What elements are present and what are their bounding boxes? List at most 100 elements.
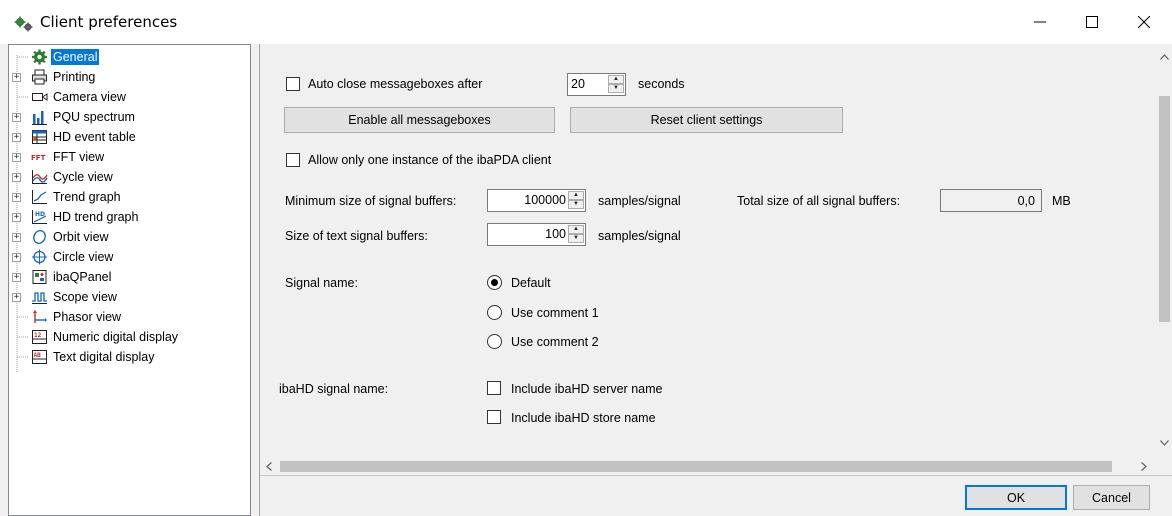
tree-item-label: FFT view xyxy=(53,150,105,164)
tree-item-hd-trend-graph[interactable]: + HD HD trend graph xyxy=(9,207,249,227)
tree-item-printing[interactable]: + Printing xyxy=(9,67,249,87)
title-bar: Client preferences xyxy=(0,0,1172,44)
min-buffer-size-stepper[interactable]: 100000 ▲ ▼ xyxy=(487,189,586,212)
window-title: Client preferences xyxy=(40,13,178,31)
expand-icon[interactable]: + xyxy=(12,73,21,82)
expand-icon[interactable]: + xyxy=(12,273,21,282)
tree-item-trend-graph[interactable]: + Trend graph xyxy=(9,187,249,207)
ok-button[interactable]: OK xyxy=(965,485,1067,510)
scope-icon xyxy=(32,292,47,304)
expand-icon[interactable]: + xyxy=(12,133,21,142)
tree-item-label: Scope view xyxy=(53,290,117,304)
scroll-right-icon[interactable] xyxy=(1141,462,1147,471)
tree-item-camera-view[interactable]: Camera view xyxy=(9,87,249,107)
vertical-scrollbar[interactable] xyxy=(1156,44,1172,458)
horizontal-scrollbar[interactable] xyxy=(260,458,1156,475)
svg-text:AB: AB xyxy=(34,352,42,359)
spin-down-icon[interactable]: ▼ xyxy=(608,84,624,93)
tree-item-hd-event-table[interactable]: + HD event table xyxy=(9,127,249,147)
tree-item-label: PQU spectrum xyxy=(53,110,135,124)
enable-all-messageboxes-button[interactable]: Enable all messageboxes xyxy=(284,107,555,133)
numeric-display-icon: 12 xyxy=(32,330,47,344)
expand-icon[interactable]: + xyxy=(12,173,21,182)
tree-item-orbit-view[interactable]: + Orbit view xyxy=(9,227,249,247)
include-server-name-checkbox[interactable] xyxy=(487,381,501,395)
maximize-icon xyxy=(1086,16,1098,28)
reset-client-settings-button[interactable]: Reset client settings xyxy=(570,107,843,133)
trend-icon xyxy=(32,190,47,204)
close-icon xyxy=(1138,16,1150,28)
text-buffer-size-value: 100 xyxy=(545,227,566,241)
tree-item-text-digital-display[interactable]: AB Text digital display xyxy=(9,347,249,367)
expand-icon[interactable]: + xyxy=(12,113,21,122)
tree-item-circle-view[interactable]: + Circle view xyxy=(9,247,249,267)
signal-name-comment2-radio[interactable] xyxy=(487,334,502,349)
cycle-icon xyxy=(32,170,48,184)
general-settings-panel: Auto close messageboxes after 20 ▲ ▼ sec… xyxy=(259,44,1172,516)
include-server-name-label: Include ibaHD server name xyxy=(511,382,663,396)
total-buffer-size-field: 0,0 xyxy=(940,189,1042,212)
expand-icon[interactable]: + xyxy=(12,153,21,162)
expand-icon[interactable]: + xyxy=(12,253,21,262)
hd-trend-icon: HD xyxy=(32,210,47,224)
min-buffer-size-value: 100000 xyxy=(524,193,566,207)
auto-close-checkbox[interactable] xyxy=(286,77,300,91)
signal-name-default-radio[interactable] xyxy=(487,275,502,290)
tree-item-numeric-digital-display[interactable]: 12 Numeric digital display xyxy=(9,327,249,347)
tree-item-fft-view[interactable]: + FFT FFT view xyxy=(9,147,249,167)
divider xyxy=(260,475,1172,476)
tree-item-general[interactable]: General xyxy=(9,47,249,67)
minimize-icon xyxy=(1034,21,1046,23)
expand-icon[interactable]: + xyxy=(12,233,21,242)
settings-content: Auto close messageboxes after 20 ▲ ▼ sec… xyxy=(260,44,1159,458)
scroll-down-icon[interactable] xyxy=(1160,440,1169,446)
svg-text:12: 12 xyxy=(34,332,42,339)
tree-item-label: Printing xyxy=(53,70,96,84)
spin-up-icon[interactable]: ▲ xyxy=(568,225,584,234)
tree-item-label: Camera view xyxy=(53,90,126,104)
maximize-button[interactable] xyxy=(1069,0,1115,44)
ibahd-signal-name-label: ibaHD signal name: xyxy=(279,382,389,396)
signal-name-comment1-radio[interactable] xyxy=(487,305,502,320)
tree-item-pqu-spectrum[interactable]: + PQU spectrum xyxy=(9,107,249,127)
text-buffer-size-stepper[interactable]: 100 ▲ ▼ xyxy=(487,223,586,246)
vertical-scroll-thumb[interactable] xyxy=(1159,96,1170,322)
tree-item-cycle-view[interactable]: + Cycle view xyxy=(9,167,249,187)
spin-down-icon[interactable]: ▼ xyxy=(568,234,584,243)
total-buffer-size-label: Total size of all signal buffers: xyxy=(737,194,901,208)
scroll-left-icon[interactable] xyxy=(266,462,272,471)
total-buffer-unit-label: MB xyxy=(1052,194,1071,208)
circle-icon xyxy=(32,249,47,265)
printer-icon xyxy=(32,69,47,85)
spin-up-icon[interactable]: ▲ xyxy=(568,191,584,200)
scroll-up-icon[interactable] xyxy=(1160,54,1169,60)
cancel-button[interactable]: Cancel xyxy=(1073,485,1150,510)
fft-icon: FFT xyxy=(31,154,46,162)
expand-icon[interactable]: + xyxy=(12,293,21,302)
auto-close-label: Auto close messageboxes after xyxy=(308,77,483,91)
seconds-unit-label: seconds xyxy=(638,77,685,91)
one-instance-checkbox[interactable] xyxy=(286,153,300,167)
close-button[interactable] xyxy=(1121,0,1167,44)
gear-icon xyxy=(32,49,47,65)
horizontal-scroll-thumb[interactable] xyxy=(280,461,1112,472)
signal-name-comment1-label: Use comment 1 xyxy=(511,306,599,320)
camera-icon xyxy=(32,93,48,101)
auto-close-seconds-stepper[interactable]: 20 ▲ ▼ xyxy=(567,73,626,96)
minimize-button[interactable] xyxy=(1017,0,1063,44)
expand-icon[interactable]: + xyxy=(12,213,21,222)
spin-down-icon[interactable]: ▼ xyxy=(568,200,584,209)
tree-item-label: Text digital display xyxy=(53,350,155,364)
tree-item-scope-view[interactable]: + Scope view xyxy=(9,287,249,307)
expand-icon[interactable]: + xyxy=(12,193,21,202)
svg-text:FFT: FFT xyxy=(31,154,46,162)
tree-item-label: Circle view xyxy=(53,250,114,264)
tree-item-phasor-view[interactable]: Phasor view xyxy=(9,307,249,327)
include-store-name-checkbox[interactable] xyxy=(487,410,501,424)
signal-name-label: Signal name: xyxy=(285,276,358,290)
tree-item-ibaqpanel[interactable]: + ibaQPanel xyxy=(9,267,249,287)
one-instance-label: Allow only one instance of the ibaPDA cl… xyxy=(308,153,552,167)
orbit-icon xyxy=(33,230,46,244)
min-buffer-size-label: Minimum size of signal buffers: xyxy=(285,194,457,208)
spin-up-icon[interactable]: ▲ xyxy=(608,75,624,84)
